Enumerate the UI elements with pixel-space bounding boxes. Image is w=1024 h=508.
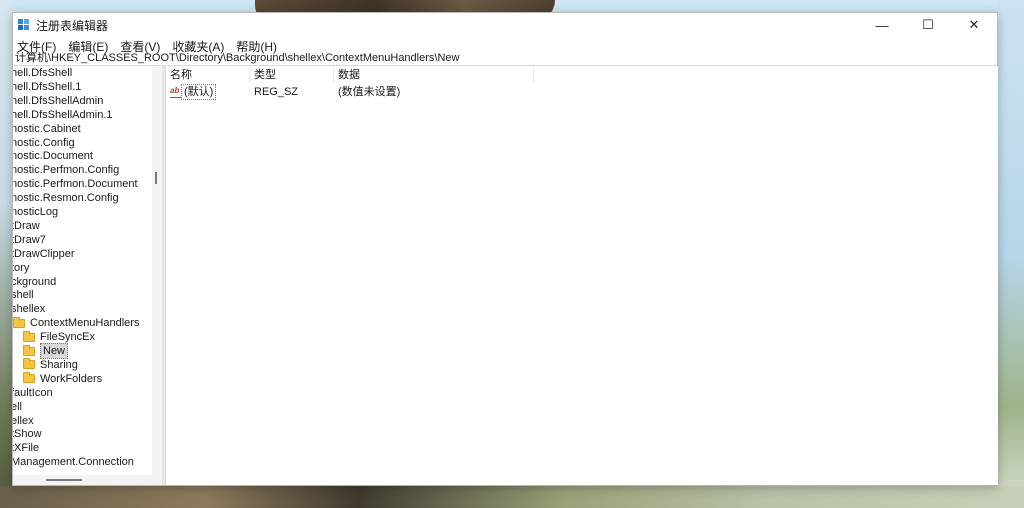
- tree-item-label: tDrawClipper: [13, 247, 75, 260]
- desktop-wallpaper-right: [998, 0, 1024, 508]
- close-button[interactable]: ✕: [951, 13, 997, 37]
- tree-item[interactable]: tDraw7: [13, 233, 46, 247]
- tree-item[interactable]: WorkFolders: [23, 372, 102, 386]
- tree-item[interactable]: shell: [13, 288, 34, 302]
- folder-icon: [23, 330, 35, 342]
- column-header-data[interactable]: 数据: [334, 68, 534, 82]
- tree-item-label: shell: [13, 289, 34, 302]
- tree-item-label: nostic.Document: [13, 150, 93, 163]
- column-header-name[interactable]: 名称: [166, 68, 250, 82]
- tree-item-label: tDraw: [13, 219, 40, 232]
- tree-item-label: FileSyncEx: [40, 331, 96, 344]
- tree-item-label: ckground: [13, 275, 57, 288]
- tree-item[interactable]: tDraw: [13, 219, 40, 233]
- tree-item-label: tDraw7: [13, 233, 46, 246]
- tree-item[interactable]: Management.Connection: [13, 455, 134, 469]
- tree-item[interactable]: nostic.Cabinet: [13, 122, 81, 136]
- tree-item-label: tory: [13, 261, 30, 274]
- folder-icon: [23, 358, 35, 370]
- tree-item[interactable]: tShow: [13, 427, 42, 441]
- tree-item-label: hell.DfsShell.1: [13, 80, 82, 93]
- tree-item-label: ell: [13, 400, 23, 413]
- window-title: 注册表编辑器: [36, 18, 109, 33]
- tree-item[interactable]: ell: [13, 400, 22, 414]
- key-tree-pane[interactable]: hell.DfsShell hell.DfsShell.1 hell.DfsShel…: [13, 66, 152, 485]
- tree-item-label: ContextMenuHandlers: [30, 317, 140, 330]
- address-bar[interactable]: 计算机\HKEY_CLASSES_ROOT\Directory\Backgrou…: [13, 52, 997, 66]
- tree-item[interactable]: tXFile: [13, 441, 39, 455]
- value-row[interactable]: ab (默认) REG_SZ (数值未设置): [166, 84, 766, 100]
- tree-item[interactable]: Sharing: [23, 358, 78, 372]
- tree-item-label: nostic.Perfmon.Config: [13, 164, 120, 177]
- folder-icon: [23, 372, 35, 384]
- tree-item-label: nostic.Resmon.Config: [13, 192, 119, 205]
- tree-item[interactable]: FileSyncEx: [23, 330, 95, 344]
- registry-editor-window: 注册表编辑器 — ☐ ✕ 文件(F) 编辑(E) 查看(V) 收藏夹(A) 帮助…: [12, 12, 998, 486]
- tree-item[interactable]: faultIcon: [13, 386, 53, 400]
- tree-item[interactable]: shellex: [13, 302, 45, 316]
- tree-item-label: shellex: [13, 303, 46, 316]
- tree-item[interactable]: nosticLog: [13, 205, 58, 219]
- tree-item[interactable]: tDrawClipper: [13, 247, 75, 261]
- tree-item-label: tXFile: [13, 442, 40, 455]
- desktop-wallpaper-bottom: [0, 486, 1024, 508]
- title-bar[interactable]: 注册表编辑器 — ☐ ✕: [13, 13, 997, 37]
- tree-item-label: tShow: [13, 428, 42, 441]
- maximize-button[interactable]: ☐: [905, 13, 951, 37]
- tree-item[interactable]: tory: [13, 261, 29, 275]
- tree-item[interactable]: nostic.Perfmon.Document: [13, 177, 138, 191]
- tree-item-label: hell.DfsShell: [13, 67, 73, 79]
- tree-item[interactable]: hell.DfsShellAdmin.1: [13, 108, 113, 122]
- tree-item[interactable]: hell.DfsShell: [13, 66, 72, 80]
- tree-item-label: nostic.Cabinet: [13, 122, 81, 135]
- string-value-icon: ab: [170, 86, 181, 98]
- tree-item[interactable]: ckground: [13, 275, 56, 289]
- tree-item[interactable]: nostic.Config: [13, 136, 75, 150]
- tree-item-label: nostic.Perfmon.Document: [13, 178, 138, 191]
- tree-vertical-scroll-thumb[interactable]: [155, 172, 157, 184]
- tree-item-label: Management.Connection: [13, 456, 134, 469]
- tree-item-label: nostic.Config: [13, 136, 75, 149]
- tree-item-label: faultIcon: [13, 386, 53, 399]
- folder-icon: [23, 344, 35, 356]
- tree-item-label: New: [40, 343, 69, 359]
- values-list-pane[interactable]: 名称 类型 数据 ab (默认) REG_SZ (数值未设置): [165, 66, 998, 485]
- tree-item[interactable]: nostic.Document: [13, 149, 93, 163]
- value-type: REG_SZ: [254, 86, 299, 98]
- tree-horizontal-scrollbar[interactable]: [13, 475, 162, 485]
- tree-item-label: nosticLog: [13, 206, 59, 218]
- folder-icon: [13, 316, 25, 328]
- value-name: (默认): [181, 84, 217, 100]
- tree-item-label: hell.DfsShellAdmin.1: [13, 108, 113, 121]
- tree-item-label: WorkFolders: [40, 372, 103, 385]
- desktop-wallpaper-left: [0, 0, 12, 508]
- minimize-button[interactable]: —: [859, 13, 905, 37]
- tree-item-label: ellex: [13, 414, 34, 427]
- tree-item-label: Sharing: [40, 358, 78, 371]
- value-data: (数值未设置): [338, 86, 401, 98]
- tree-item[interactable]: nostic.Resmon.Config: [13, 191, 119, 205]
- column-header-type[interactable]: 类型: [250, 68, 334, 82]
- tree-item-label: hell.DfsShellAdmin: [13, 94, 104, 107]
- tree-item[interactable]: nostic.Perfmon.Config: [13, 163, 119, 177]
- tree-vertical-scrollbar[interactable]: [152, 66, 162, 475]
- tree-item[interactable]: ellex: [13, 414, 34, 428]
- tree-item[interactable]: ContextMenuHandlers: [13, 316, 139, 330]
- registry-editor-icon: [18, 19, 30, 31]
- tree-item[interactable]: New: [23, 343, 69, 359]
- tree-item[interactable]: hell.DfsShell.1: [13, 80, 81, 94]
- tree-item[interactable]: hell.DfsShellAdmin: [13, 94, 103, 108]
- tree-horizontal-scroll-thumb[interactable]: [46, 479, 82, 481]
